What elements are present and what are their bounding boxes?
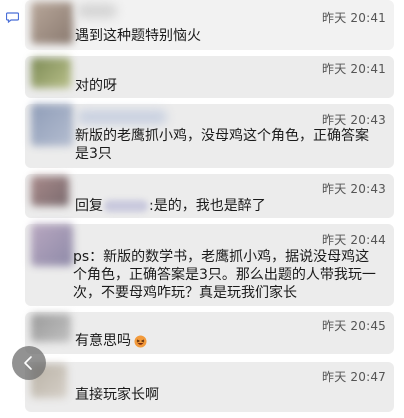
comment-text: 回复 :是的，我也是醉了: [75, 197, 380, 215]
username[interactable]: [77, 4, 117, 18]
laughing-face-icon: [134, 335, 147, 347]
comment-time: 昨天 20:47: [322, 370, 386, 384]
avatar[interactable]: [31, 2, 73, 44]
avatar[interactable]: [31, 224, 73, 266]
comment-item[interactable]: 昨天 20:47 直接玩家长啊: [25, 362, 394, 412]
avatar[interactable]: [31, 314, 71, 342]
comment-text: 对的呀: [75, 78, 117, 94]
reply-username[interactable]: [104, 200, 148, 212]
chevron-left-icon: [24, 356, 32, 370]
comment-text: 直接玩家长啊: [75, 387, 159, 403]
speech-bubble-icon: [6, 12, 19, 23]
comment-item[interactable]: 昨天 20:43 回复 :是的，我也是醉了: [25, 174, 394, 218]
reply-prefix: 回复: [75, 198, 103, 214]
comment-item[interactable]: 昨天 20:45 有意思吗: [25, 312, 394, 354]
comment-text: 有意思吗: [75, 332, 380, 350]
comment-item[interactable]: 昨天 20:41 遇到这种题特别恼火: [25, 0, 394, 50]
comment-item[interactable]: 昨天 20:41 对的呀: [25, 56, 394, 98]
avatar[interactable]: [31, 176, 69, 206]
reply-text: :是的，我也是醉了: [149, 198, 266, 214]
comment-text: 遇到这种题特别恼火: [75, 28, 201, 44]
avatar[interactable]: [31, 58, 71, 88]
comment-time: 昨天 20:44: [322, 233, 386, 247]
avatar[interactable]: [31, 104, 73, 146]
comment-text: ps：新版的数学书，老鹰抓小鸡，据说没母鸡这个角色，正确答案是3只。那么出题的人…: [73, 249, 376, 301]
comment-time: 昨天 20:41: [322, 62, 386, 76]
comment-time: 昨天 20:43: [322, 182, 386, 196]
comment-item[interactable]: 昨天 20:44 ps：新版的数学书，老鹰抓小鸡，据说没母鸡这个角色，正确答案是…: [25, 224, 394, 306]
comment-item[interactable]: 昨天 20:43 新版的老鹰抓小鸡，没母鸡这个角色，正确答案是3只: [25, 104, 394, 168]
comment-text: 新版的老鹰抓小鸡，没母鸡这个角色，正确答案是3只: [75, 128, 369, 162]
comment-time: 昨天 20:41: [322, 11, 386, 25]
username[interactable]: [77, 110, 167, 124]
comment-text-body: 有意思吗: [75, 333, 131, 349]
back-button[interactable]: [12, 346, 46, 380]
comment-time: 昨天 20:43: [322, 113, 386, 127]
